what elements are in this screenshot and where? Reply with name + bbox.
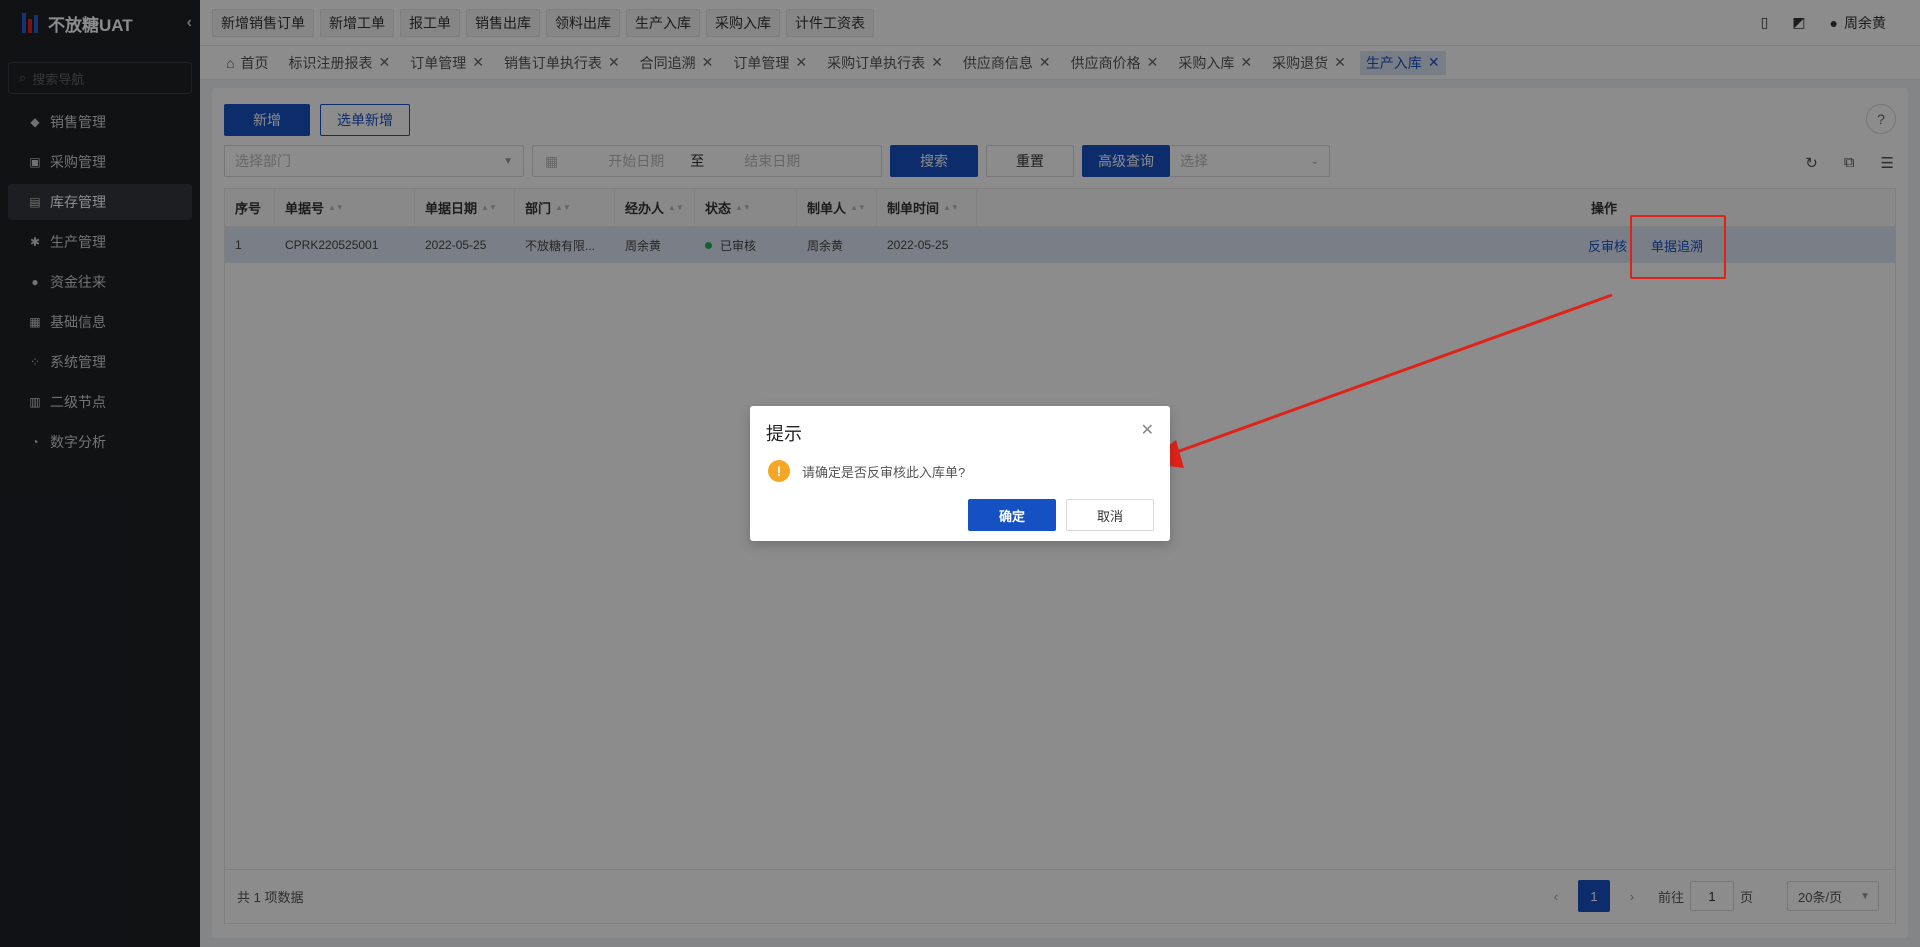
confirm-button[interactable]: 确定 — [968, 499, 1056, 531]
annotation-highlight-box — [1630, 215, 1726, 279]
dialog-title: 提示 — [766, 424, 802, 444]
confirm-dialog: 提示 ✕ ! 请确定是否反审核此入库单? 确定 取消 — [750, 406, 1170, 541]
warning-icon: ! — [768, 460, 790, 482]
dialog-message: ! 请确定是否反审核此入库单? — [768, 460, 965, 482]
close-icon[interactable]: ✕ — [1141, 420, 1154, 440]
dialog-message-text: 请确定是否反审核此入库单? — [802, 464, 966, 480]
cancel-button[interactable]: 取消 — [1066, 499, 1154, 531]
